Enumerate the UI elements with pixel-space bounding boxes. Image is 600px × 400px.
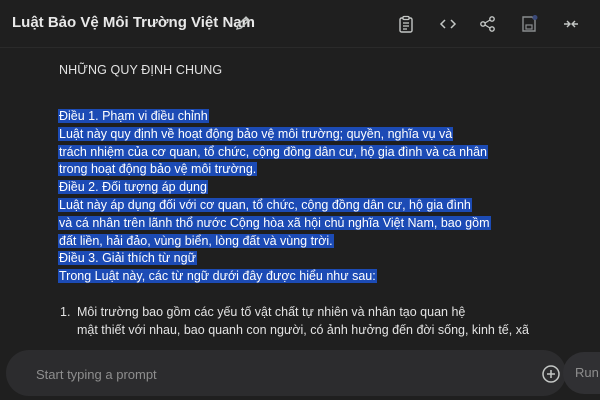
text-line: Điều 3. Giải thích từ ngữ [58,251,197,266]
text-line: Điều 2. Đối tượng áp dụng [58,180,208,195]
list-text: Môi trường bao gồm các yếu tố vật chất t… [77,303,529,339]
share-icon[interactable] [478,14,498,34]
text-line: Trong Luật này, các từ ngữ dưới đây được… [58,269,377,284]
text-line: trách nhiệm của cơ quan, tổ chức, cộng đ… [58,144,488,159]
clipboard-icon[interactable] [396,14,416,34]
text-line: Điều 1. Phạm vi điều chỉnh [58,109,209,123]
text-line: mật thiết với nhau, bao quanh con người,… [77,323,529,337]
fade-divider [0,338,600,348]
text-line: Môi trường bao gồm các yếu tố vật chất t… [77,305,466,319]
top-bar: Luật Bảo Vệ Môi Trường Việt Nam [0,0,600,48]
list-number: 1. [60,305,71,319]
prompt-placeholder[interactable]: Start typing a prompt [36,367,157,382]
text-line: trong hoạt động bảo vệ môi trường. [58,162,258,177]
add-icon[interactable] [541,364,561,384]
section-heading: NHỮNG QUY ĐỊNH CHUNG [59,63,223,77]
text-line: và cá nhân trên lãnh thổ nước Cộng hòa x… [58,215,491,230]
page-title: Luật Bảo Vệ Môi Trường Việt Nam [12,14,255,31]
prompt-input[interactable]: Start typing a prompt [6,350,566,396]
code-icon[interactable] [438,14,458,34]
text-line: Luật này quy định về hoạt động bảo vệ mô… [58,126,454,141]
collapse-icon[interactable] [561,14,581,34]
save-icon[interactable] [519,14,539,34]
run-button[interactable]: Run [563,352,600,394]
selected-text[interactable]: Điều 1. Phạm vi điều chỉnh Luật này quy … [58,108,491,286]
edit-icon[interactable] [235,15,251,31]
document-content: NHỮNG QUY ĐỊNH CHUNG Điều 1. Phạm vi điề… [0,48,600,348]
text-line: Luật này áp dụng đối với cơ quan, tổ chứ… [58,197,472,212]
text-line: đất liền, hải đảo, vùng biển, lòng đất v… [58,233,334,248]
prompt-bar: Start typing a prompt Run [0,348,600,400]
